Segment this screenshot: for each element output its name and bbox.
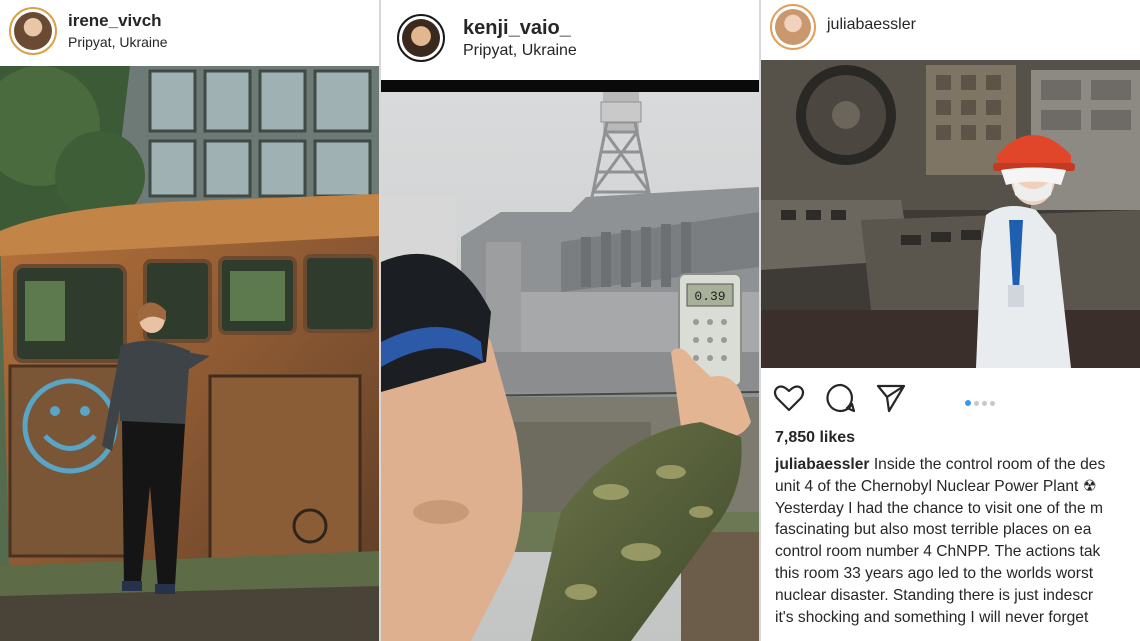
carousel-dot — [974, 401, 979, 406]
post-header: kenji_vaio_ Pripyat, Ukraine — [381, 0, 759, 80]
post-panel-julia: juliabaessler 7,850 likes juliabaessler … — [761, 0, 1140, 641]
caption-text: it's shocking and something I will never… — [775, 608, 1089, 626]
carousel-dot — [990, 401, 995, 406]
avatar[interactable] — [9, 7, 57, 55]
avatar[interactable] — [397, 14, 445, 62]
post-photo-control-room — [761, 60, 1140, 368]
send-icon[interactable] — [875, 382, 907, 414]
caption-text: unit 4 of the Chernobyl Nuclear Power Pl… — [775, 477, 1097, 495]
heart-icon[interactable] — [773, 382, 805, 414]
caption-text: this room 33 years ago led to the worlds… — [775, 564, 1094, 582]
caption-text: nuclear disaster. Standing there is just… — [775, 586, 1094, 604]
post-panel-kenji: kenji_vaio_ Pripyat, Ukraine 0.39 — [381, 0, 759, 641]
caption-text: fascinating but also most terrible place… — [775, 521, 1092, 539]
svg-text:0.39: 0.39 — [694, 289, 725, 304]
carousel-indicator — [965, 393, 998, 411]
carousel-dot-active — [965, 400, 971, 406]
caption-line: juliabaessler Inside the control room of… — [775, 454, 1140, 476]
username[interactable]: juliabaessler — [827, 16, 916, 34]
location[interactable]: Pripyat, Ukraine — [68, 34, 168, 50]
caption-text: Inside the control room of the des — [873, 456, 1106, 473]
photo-top-border — [381, 80, 759, 92]
caption-username[interactable]: juliabaessler — [775, 456, 869, 473]
post-header: juliabaessler — [761, 0, 1140, 60]
carousel-dot — [982, 401, 987, 406]
username[interactable]: kenji_vaio_ — [463, 17, 571, 40]
post-panel-irene: irene_vivch Pripyat, Ukraine — [0, 0, 379, 641]
post-caption: juliabaessler Inside the control room of… — [775, 454, 1140, 628]
caption-text: Yesterday I had the chance to visit one … — [775, 499, 1103, 517]
post-photo-reactor-dosimeter: 0.39 — [381, 92, 759, 641]
post-header: irene_vivch Pripyat, Ukraine — [0, 0, 379, 66]
post-actions — [761, 372, 1140, 422]
username[interactable]: irene_vivch — [68, 11, 162, 31]
comment-icon[interactable] — [825, 382, 857, 414]
location[interactable]: Pripyat, Ukraine — [463, 42, 577, 60]
avatar[interactable] — [770, 4, 816, 50]
post-photo-abandoned-bus — [0, 66, 379, 641]
caption-text: control room number 4 ChNPP. The actions… — [775, 543, 1101, 561]
like-count[interactable]: 7,850 likes — [775, 429, 855, 447]
